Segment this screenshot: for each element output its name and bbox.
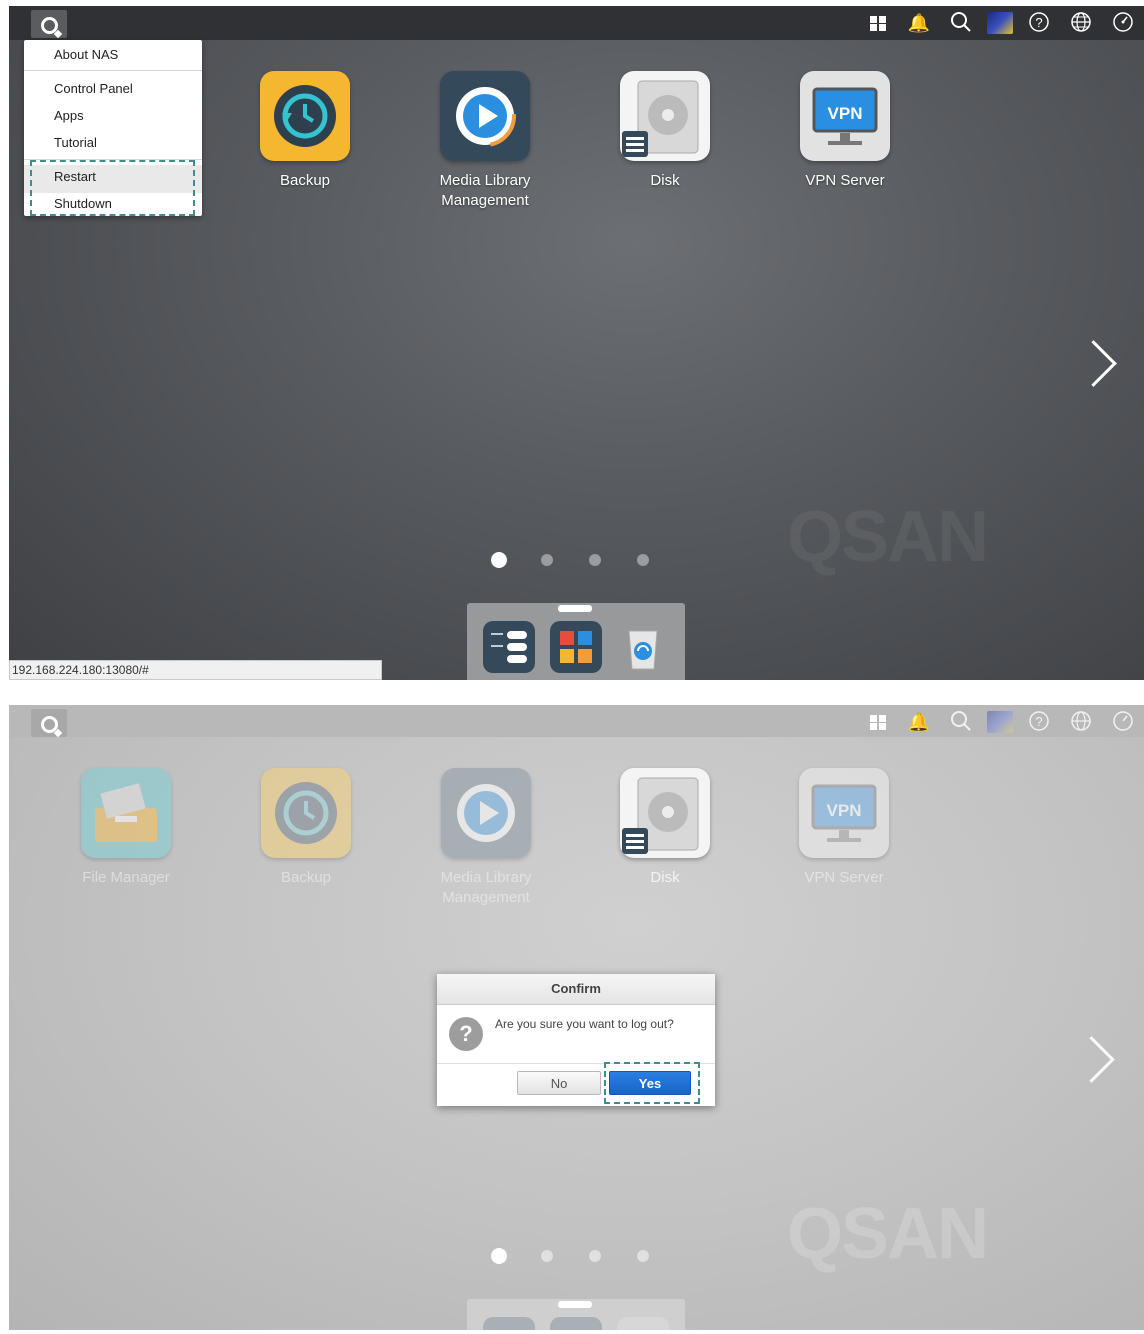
- page-dot[interactable]: [541, 554, 553, 566]
- start-menu-button[interactable]: [31, 709, 67, 737]
- app-label: Disk: [650, 172, 680, 189]
- app-backup[interactable]: Backup: [246, 768, 366, 888]
- dock: [467, 1299, 685, 1330]
- dock-app-center-icon[interactable]: [550, 1317, 602, 1330]
- app-media-library[interactable]: Media Library Management: [426, 768, 546, 908]
- app-backup[interactable]: Backup: [245, 71, 365, 191]
- app-media-library[interactable]: Media Library Management: [425, 71, 545, 211]
- page-dot[interactable]: [589, 1250, 601, 1262]
- dock-storage-icon[interactable]: [483, 1317, 535, 1330]
- dialog-message: Are you sure you want to log out?: [495, 1017, 674, 1031]
- page-dot-active[interactable]: [491, 1248, 507, 1264]
- start-menu-dropdown: About NAS Control Panel Apps Tutorial Re…: [24, 40, 202, 216]
- hard-disk-icon: [620, 71, 710, 161]
- page-dot[interactable]: [589, 554, 601, 566]
- bell-icon[interactable]: 🔔: [907, 710, 931, 734]
- dock-app-center-icon[interactable]: [550, 621, 602, 673]
- user-avatar-icon[interactable]: [987, 12, 1013, 34]
- backup-icon: [260, 71, 350, 161]
- help-icon[interactable]: ?: [1027, 710, 1051, 734]
- app-label: File Manager: [82, 869, 170, 886]
- svg-text:?: ?: [1035, 15, 1042, 30]
- app-label: Backup: [279, 172, 331, 189]
- language-globe-icon[interactable]: [1069, 11, 1093, 35]
- language-globe-icon[interactable]: [1069, 710, 1093, 734]
- dashboard-gauge-icon[interactable]: [1111, 710, 1135, 734]
- dialog-title: Confirm: [437, 974, 715, 1005]
- help-icon[interactable]: ?: [1027, 11, 1051, 35]
- menu-item-apps[interactable]: Apps: [54, 108, 84, 123]
- dock-recycle-bin-icon[interactable]: [617, 621, 669, 673]
- dock-storage-icon[interactable]: [483, 621, 535, 673]
- vpn-badge-text: VPN: [828, 104, 863, 123]
- page-dot[interactable]: [637, 554, 649, 566]
- app-label: VPN Server: [804, 869, 884, 886]
- app-disk[interactable]: Disk: [605, 71, 725, 191]
- media-play-icon: [440, 71, 530, 161]
- vpn-monitor-icon: VPN: [799, 768, 889, 858]
- page-dot[interactable]: [637, 1250, 649, 1262]
- question-icon: ?: [449, 1017, 483, 1051]
- apps-grid-icon[interactable]: [867, 710, 891, 734]
- app-label: Disk: [650, 869, 680, 886]
- app-label: VPN Server: [805, 172, 885, 189]
- bell-icon[interactable]: 🔔: [907, 11, 931, 35]
- qsan-logo-icon: [41, 17, 58, 34]
- next-page-chevron-icon[interactable]: [1068, 1036, 1115, 1083]
- next-page-chevron-icon[interactable]: [1070, 340, 1117, 387]
- media-play-icon: [441, 768, 531, 858]
- app-file-manager[interactable]: File Manager: [66, 768, 186, 888]
- apps-grid-icon[interactable]: [867, 11, 891, 35]
- file-manager-icon: [81, 768, 171, 858]
- highlight-box-yes: [604, 1062, 700, 1104]
- no-button[interactable]: No: [517, 1071, 601, 1095]
- page-indicator: [491, 1247, 651, 1265]
- menu-separator: [24, 70, 202, 71]
- app-vpn-server[interactable]: VPN VPN Server: [784, 768, 904, 888]
- page-dot-active[interactable]: [491, 552, 507, 568]
- desktop-panel-logout-confirm: 🔔 ? File Manager Backup Media Library Ma…: [9, 705, 1144, 1330]
- svg-text:?: ?: [1035, 714, 1042, 729]
- top-toolbar: 🔔 ?: [9, 705, 1144, 737]
- vpn-monitor-icon: VPN: [800, 71, 890, 161]
- menu-item-tutorial[interactable]: Tutorial: [54, 135, 97, 150]
- backup-icon: [261, 768, 351, 858]
- panel-divider: [0, 680, 1144, 705]
- start-menu-button[interactable]: [31, 10, 67, 38]
- menu-item-control-panel[interactable]: Control Panel: [54, 81, 133, 96]
- dock-handle[interactable]: [558, 605, 592, 612]
- dashboard-gauge-icon[interactable]: [1111, 11, 1135, 35]
- hard-disk-icon: [620, 768, 710, 858]
- search-icon[interactable]: [949, 710, 973, 734]
- page-dot[interactable]: [541, 1250, 553, 1262]
- dock-handle[interactable]: [558, 1301, 592, 1308]
- qsan-logo-icon: [41, 716, 58, 733]
- app-label: Media Library Management: [439, 172, 531, 209]
- user-avatar-icon[interactable]: [987, 711, 1013, 733]
- desktop-panel-start-menu: 🔔 ? About NAS Control Panel Apps Tutoria…: [9, 6, 1144, 680]
- page-indicator: [491, 551, 651, 569]
- app-vpn-server[interactable]: VPN VPN Server: [785, 71, 905, 191]
- top-toolbar: 🔔 ?: [9, 6, 1144, 40]
- search-icon[interactable]: [949, 11, 973, 35]
- vpn-badge-text: VPN: [827, 801, 862, 820]
- menu-item-about-nas[interactable]: About NAS: [54, 47, 118, 62]
- dock: [467, 603, 685, 680]
- browser-status-url: 192.168.224.180:13080/#: [9, 660, 382, 680]
- confirm-logout-dialog: Confirm ? Are you sure you want to log o…: [437, 974, 715, 1106]
- qsan-watermark: QSAN: [787, 1194, 989, 1274]
- app-label: Media Library Management: [440, 869, 532, 906]
- dock-recycle-bin-icon[interactable]: [617, 1317, 669, 1330]
- app-label: Backup: [280, 869, 332, 886]
- qsan-watermark: QSAN: [787, 497, 989, 577]
- app-disk[interactable]: Disk: [605, 768, 725, 888]
- highlight-box-restart-shutdown: [30, 160, 195, 216]
